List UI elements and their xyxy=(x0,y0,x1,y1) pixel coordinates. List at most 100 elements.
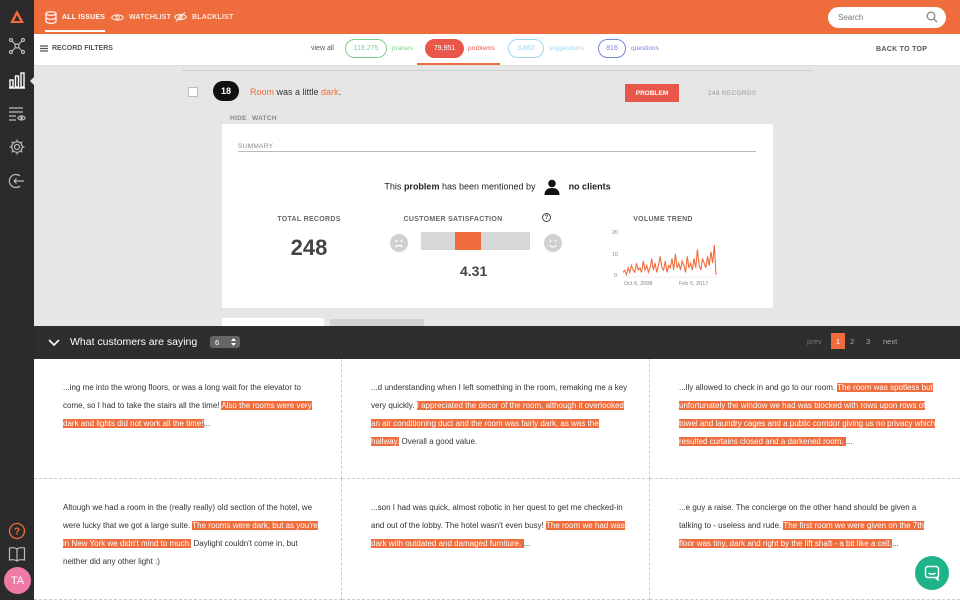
issue-keyword: dark xyxy=(321,87,339,97)
problems-count-pill[interactable]: 79,951 xyxy=(425,39,464,58)
menu-icon xyxy=(40,45,48,52)
watch-link[interactable]: WATCH xyxy=(252,115,277,122)
app-logo[interactable] xyxy=(0,0,34,32)
eye-icon xyxy=(111,13,124,21)
per-page-value: 6 xyxy=(215,337,220,347)
quotes-grid: ...ing me into the wrong floors, or was … xyxy=(34,359,960,600)
person-icon xyxy=(544,179,560,195)
eye-slash-icon xyxy=(174,12,187,22)
quote-card: ...son I had was quick, almost robotic i… xyxy=(342,479,650,600)
chat-icon xyxy=(924,565,940,581)
issue-text-part: was a little xyxy=(274,87,322,97)
top-nav: ALL ISSUES WATCHLIST BLACKLIST xyxy=(34,0,960,34)
mention-text: This xyxy=(384,181,404,192)
satisfaction-value: 4.31 xyxy=(460,263,488,279)
back-to-top-link[interactable]: BACK TO TOP xyxy=(876,46,927,53)
card-tab[interactable] xyxy=(330,319,424,326)
y-tick-label: 0 xyxy=(614,273,618,279)
per-page-select[interactable]: 6 xyxy=(210,336,240,348)
quote-card: ...d understanding when I left something… xyxy=(342,359,650,479)
mention-clients: no clients xyxy=(568,181,611,192)
next-page[interactable]: next xyxy=(883,337,897,346)
bar-chart-icon[interactable] xyxy=(7,70,27,90)
card-tab-active[interactable] xyxy=(222,318,324,326)
volume-series-line xyxy=(622,244,717,277)
network-icon[interactable] xyxy=(7,36,27,56)
page-3[interactable]: 3 xyxy=(866,337,870,346)
record-filters-label: RECORD FILTERS xyxy=(52,45,113,52)
satisfaction-bar xyxy=(421,232,530,250)
satisfaction-marker xyxy=(455,232,481,250)
praises-count-pill[interactable]: 119,275 xyxy=(345,39,387,58)
tab-all-issues[interactable]: ALL ISSUES xyxy=(45,0,106,34)
search-icon[interactable] xyxy=(926,11,938,23)
help-icon[interactable]: ? xyxy=(542,213,551,222)
logout-icon[interactable] xyxy=(7,171,27,191)
search-input[interactable] xyxy=(828,7,918,28)
questions-label[interactable]: questions xyxy=(631,45,659,52)
help-icon[interactable]: ? xyxy=(7,521,27,541)
volume-trend-chart xyxy=(622,244,717,278)
x-tick-label: Feb 5, 2017 xyxy=(679,281,709,287)
problem-type-button[interactable]: PROBLEM xyxy=(625,84,679,102)
issue-checkbox[interactable] xyxy=(188,87,198,97)
page-1[interactable]: 1 xyxy=(831,333,845,349)
book-icon[interactable] xyxy=(7,544,27,564)
quote-text: ... xyxy=(891,539,899,548)
page-2[interactable]: 2 xyxy=(850,337,854,346)
tab-watchlist[interactable]: WATCHLIST xyxy=(111,0,171,34)
tab-blacklist[interactable]: BLACKLIST xyxy=(174,0,233,34)
list-eye-icon[interactable] xyxy=(7,104,27,124)
issue-title[interactable]: Room was a little dark. xyxy=(250,87,341,97)
record-count: 248 RECORDS xyxy=(708,90,757,97)
quote-text: ... xyxy=(203,419,211,428)
database-icon xyxy=(45,10,57,24)
sad-face-icon xyxy=(390,234,408,252)
hide-link[interactable]: HIDE xyxy=(230,115,247,122)
quote-card: Altough we had a room in the (really rea… xyxy=(34,479,342,600)
record-filters-toggle[interactable]: RECORD FILTERS xyxy=(40,45,113,52)
divider xyxy=(238,151,756,152)
suggestions-label[interactable]: suggestions xyxy=(549,45,584,52)
mention-line: This problem has been mentioned by no cl… xyxy=(222,179,773,195)
active-indicator xyxy=(30,76,35,86)
mention-text: has been mentioned by xyxy=(439,181,536,192)
divider xyxy=(182,70,812,71)
chat-launcher-button[interactable] xyxy=(915,556,949,590)
tab-label: ALL ISSUES xyxy=(62,13,106,21)
chevron-down-icon[interactable] xyxy=(47,335,61,349)
issue-keyword: Room xyxy=(250,87,275,97)
happy-face-icon xyxy=(544,234,562,252)
total-records-value: 248 xyxy=(290,235,328,260)
quotes-header: What customers are saying 6 prev 1 2 3 n… xyxy=(34,326,960,359)
praises-label[interactable]: praises xyxy=(392,45,413,52)
questions-count-pill[interactable]: 816 xyxy=(598,39,626,58)
updown-icon xyxy=(231,338,236,346)
quote-card: ...lly allowed to check in and go to our… xyxy=(650,359,960,479)
gear-icon[interactable] xyxy=(7,137,27,157)
problems-label[interactable]: problems xyxy=(468,45,495,52)
suggestions-count-pill[interactable]: 3,863 xyxy=(508,39,544,58)
quote-card: ...e guy a raise. The concierge on the o… xyxy=(650,479,960,600)
y-tick-label: 20 xyxy=(612,230,619,236)
tab-label: WATCHLIST xyxy=(129,13,172,21)
total-records-label: TOTAL RECORDS xyxy=(277,216,341,223)
issue-text-part: . xyxy=(338,87,342,97)
search-box xyxy=(828,7,946,28)
tab-label: BLACKLIST xyxy=(192,13,234,21)
quotes-title: What customers are saying xyxy=(70,336,198,348)
record-filter-bar: RECORD FILTERS view all 119,275 praises … xyxy=(34,34,960,66)
quote-text: Overall a good value. xyxy=(399,437,478,446)
satisfaction-label: CUSTOMER SATISFACTION xyxy=(403,216,503,223)
mention-type: problem xyxy=(403,181,440,192)
x-tick-label: Oct 6, 2008 xyxy=(624,281,653,287)
summary-card: SUMMARY This problem has been mentioned … xyxy=(222,124,773,308)
svg-text:?: ? xyxy=(14,527,20,538)
view-all-link[interactable]: view all xyxy=(311,45,334,52)
prev-page[interactable]: prev xyxy=(807,337,822,346)
quote-text: ... xyxy=(523,539,531,548)
quote-card: ...ing me into the wrong floors, or was … xyxy=(34,359,342,479)
left-sidebar: ? TA xyxy=(0,0,35,600)
avatar[interactable]: TA xyxy=(4,567,31,594)
quote-text: ... xyxy=(845,437,853,446)
